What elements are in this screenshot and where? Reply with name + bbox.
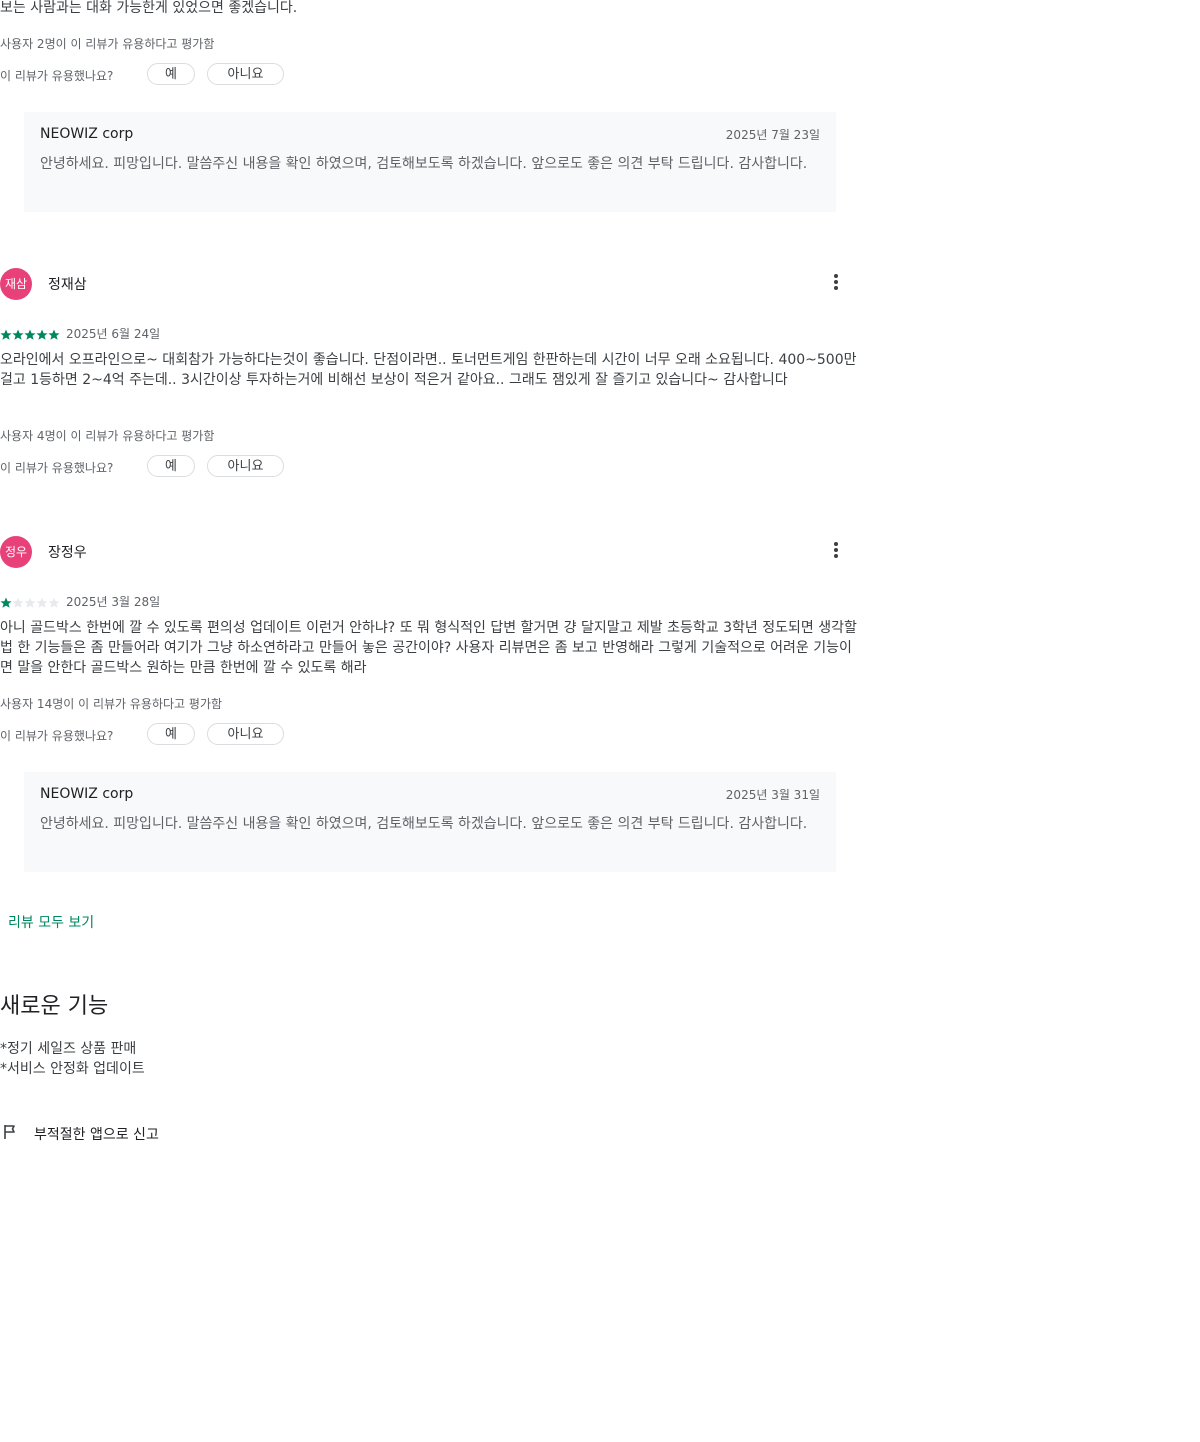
more-options-icon[interactable] <box>826 272 846 292</box>
reply-text: 안녕하세요. 피망입니다. 말씀주신 내용을 확인 하였으며, 검토해보도록 하… <box>40 816 808 832</box>
review-date: 2025년 6월 24일 <box>66 327 161 341</box>
whats-new-line: *서비스 안정화 업데이트 <box>0 1061 145 1077</box>
star-icon <box>0 597 12 608</box>
more-options-icon[interactable] <box>826 540 846 560</box>
star-icon <box>24 329 36 340</box>
reply-date: 2025년 3월 31일 <box>725 788 820 802</box>
review-author: 정재삼 <box>48 277 87 293</box>
helpful-yes-button[interactable]: 예 <box>147 723 195 745</box>
helpful-question: 이 리뷰가 유용했나요? <box>0 461 114 475</box>
star-rating <box>0 326 60 340</box>
flag-icon <box>2 1124 18 1144</box>
helpful-yes-button[interactable]: 예 <box>147 455 195 477</box>
helpful-no-button[interactable]: 아니요 <box>207 63 284 85</box>
helpful-yes-button[interactable]: 예 <box>147 63 195 85</box>
helpful-count: 사용자 2명이 이 리뷰가 유용하다고 평가함 <box>0 37 215 51</box>
review-date: 2025년 3월 28일 <box>66 595 161 609</box>
star-icon <box>48 329 60 340</box>
helpful-count: 사용자 4명이 이 리뷰가 유용하다고 평가함 <box>0 429 215 443</box>
developer-reply: NEOWIZ corp 2025년 7월 23일 안녕하세요. 피망입니다. 말… <box>24 112 836 212</box>
star-empty-icon <box>48 597 60 608</box>
review-text: 보는 사람과는 대화 가능한게 있었으면 좋겠습니다. <box>0 0 298 16</box>
helpful-question: 이 리뷰가 유용했나요? <box>0 729 114 743</box>
star-icon <box>36 329 48 340</box>
report-app-link[interactable]: 부적절한 앱으로 신고 <box>0 1122 200 1144</box>
whats-new-line: *정기 세일즈 상품 판매 <box>0 1041 137 1057</box>
star-icon <box>12 329 24 340</box>
review-author: 장정우 <box>48 545 87 561</box>
star-empty-icon <box>36 597 48 608</box>
avatar: 재삼 <box>0 268 32 300</box>
reply-text: 안녕하세요. 피망입니다. 말씀주신 내용을 확인 하였으며, 검토해보도록 하… <box>40 156 808 172</box>
star-rating <box>0 594 60 608</box>
avatar: 정우 <box>0 536 32 568</box>
star-empty-icon <box>12 597 24 608</box>
review-text: 오라인에서 오프라인으로~ 대회참가 가능하다는것이 좋습니다. 단점이라면..… <box>0 352 857 388</box>
star-empty-icon <box>24 597 36 608</box>
see-all-reviews-link[interactable]: 리뷰 모두 보기 <box>8 912 94 932</box>
helpful-question: 이 리뷰가 유용했나요? <box>0 69 114 83</box>
helpful-no-button[interactable]: 아니요 <box>207 455 284 477</box>
reply-date: 2025년 7월 23일 <box>725 128 820 142</box>
whats-new-title: 새로운 기능 <box>0 994 109 1019</box>
report-label: 부적절한 앱으로 신고 <box>34 1127 159 1143</box>
developer-reply: NEOWIZ corp 2025년 3월 31일 안녕하세요. 피망입니다. 말… <box>24 772 836 872</box>
review-text: 아니 골드박스 한번에 깔 수 있도록 편의성 업데이트 이런거 안하냐? 또 … <box>0 620 857 676</box>
star-icon <box>0 329 12 340</box>
developer-name: NEOWIZ corp <box>40 126 134 142</box>
helpful-no-button[interactable]: 아니요 <box>207 723 284 745</box>
developer-name: NEOWIZ corp <box>40 786 134 802</box>
helpful-count: 사용자 14명이 이 리뷰가 유용하다고 평가함 <box>0 697 223 711</box>
